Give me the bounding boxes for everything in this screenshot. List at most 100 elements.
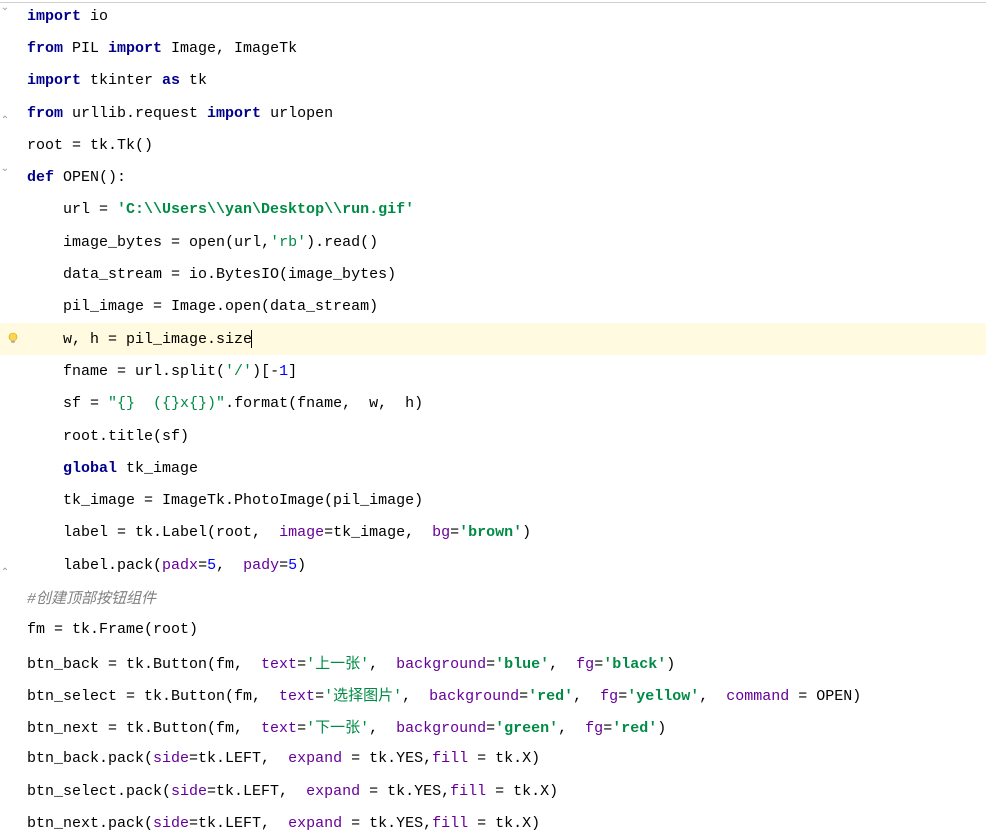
code-line[interactable]: label = tk.Label(root, image=tk_image, b…: [0, 517, 986, 549]
code-line[interactable]: from PIL import Image, ImageTk: [0, 32, 986, 64]
code-line[interactable]: pil_image = Image.open(data_stream): [0, 291, 986, 323]
code-line[interactable]: data_stream = io.BytesIO(image_bytes): [0, 258, 986, 290]
code-content[interactable]: pil_image = Image.open(data_stream): [25, 298, 986, 315]
code-content[interactable]: from urllib.request import urlopen: [25, 105, 986, 122]
code-token: = OPEN): [789, 688, 861, 705]
code-token: side: [171, 783, 207, 800]
gutter[interactable]: [0, 581, 25, 613]
code-content[interactable]: btn_back.pack(side=tk.LEFT, expand = tk.…: [25, 750, 986, 767]
code-line[interactable]: btn_select = tk.Button(fm, text='选择图片', …: [0, 678, 986, 710]
gutter[interactable]: [0, 452, 25, 484]
gutter[interactable]: [0, 517, 25, 549]
code-token: label.pack(: [63, 557, 162, 574]
code-line[interactable]: image_bytes = open(url,'rb').read(): [0, 226, 986, 258]
code-token: Image, ImageTk: [171, 40, 297, 57]
code-line[interactable]: btn_back = tk.Button(fm, text='上一张', bac…: [0, 646, 986, 678]
code-content[interactable]: from PIL import Image, ImageTk: [25, 40, 986, 57]
code-line[interactable]: tk_image = ImageTk.PhotoImage(pil_image): [0, 484, 986, 516]
code-token: import: [207, 105, 270, 122]
code-line[interactable]: w, h = pil_image.size: [0, 323, 986, 355]
gutter[interactable]: ⌃: [0, 549, 25, 581]
fold-close-icon[interactable]: ⌃: [0, 567, 10, 579]
gutter[interactable]: [0, 129, 25, 161]
code-content[interactable]: import io: [25, 8, 986, 25]
gutter[interactable]: [0, 646, 25, 678]
code-line[interactable]: import tkinter as tk: [0, 65, 986, 97]
code-line[interactable]: global tk_image: [0, 452, 986, 484]
code-content[interactable]: btn_select.pack(side=tk.LEFT, expand = t…: [25, 783, 986, 800]
gutter[interactable]: [0, 743, 25, 775]
gutter[interactable]: [0, 194, 25, 226]
gutter[interactable]: [0, 807, 25, 839]
code-content[interactable]: root = tk.Tk(): [25, 137, 986, 154]
code-line[interactable]: fm = tk.Frame(root): [0, 614, 986, 646]
code-token: btn_next = tk.Button(fm,: [27, 720, 261, 737]
code-line[interactable]: sf = "{} ({}x{})".format(fname, w, h): [0, 388, 986, 420]
code-token: ,: [402, 688, 429, 705]
code-token: =: [519, 688, 528, 705]
fold-close-icon[interactable]: ⌃: [0, 115, 10, 127]
code-token: url =: [63, 201, 117, 218]
code-content[interactable]: btn_select = tk.Button(fm, text='选择图片', …: [25, 684, 986, 705]
gutter[interactable]: ⌄: [0, 161, 25, 193]
code-content[interactable]: tk_image = ImageTk.PhotoImage(pil_image): [25, 492, 986, 509]
code-line[interactable]: btn_next.pack(side=tk.LEFT, expand = tk.…: [0, 807, 986, 839]
code-line[interactable]: ⌄ import io: [0, 0, 986, 32]
code-token: side: [153, 750, 189, 767]
gutter[interactable]: [0, 388, 25, 420]
fold-open-icon[interactable]: ⌄: [0, 163, 10, 175]
code-token: btn_select.pack(: [27, 783, 171, 800]
code-content[interactable]: fm = tk.Frame(root): [25, 621, 986, 638]
code-content[interactable]: w, h = pil_image.size: [25, 330, 986, 348]
gutter[interactable]: [0, 323, 25, 355]
gutter[interactable]: [0, 775, 25, 807]
code-content[interactable]: image_bytes = open(url,'rb').read(): [25, 234, 986, 251]
gutter[interactable]: [0, 420, 25, 452]
gutter[interactable]: [0, 291, 25, 323]
code-line[interactable]: root.title(sf): [0, 420, 986, 452]
lightbulb-icon[interactable]: [6, 332, 20, 346]
code-content[interactable]: url = 'C:\\Users\\yan\Desktop\\run.gif': [25, 201, 986, 218]
code-content[interactable]: #创建顶部按钮组件: [25, 587, 986, 608]
gutter[interactable]: [0, 65, 25, 97]
code-editor[interactable]: ⌄ import io from PIL import Image, ImageTk…: [0, 0, 986, 840]
gutter[interactable]: [0, 484, 25, 516]
gutter[interactable]: [0, 226, 25, 258]
code-content[interactable]: fname = url.split('/')[-1]: [25, 363, 986, 380]
code-content[interactable]: import tkinter as tk: [25, 72, 986, 89]
gutter[interactable]: ⌃: [0, 97, 25, 129]
gutter[interactable]: [0, 32, 25, 64]
fold-open-icon[interactable]: ⌄: [0, 2, 10, 14]
code-line[interactable]: fname = url.split('/')[-1]: [0, 355, 986, 387]
gutter[interactable]: [0, 711, 25, 743]
code-content[interactable]: btn_back = tk.Button(fm, text='上一张', bac…: [25, 652, 986, 673]
code-content[interactable]: label.pack(padx=5, pady=5): [25, 557, 986, 574]
code-line[interactable]: btn_select.pack(side=tk.LEFT, expand = t…: [0, 775, 986, 807]
code-token: 'C:\\Users\\yan\Desktop\\run.gif': [117, 201, 414, 218]
code-content[interactable]: btn_next = tk.Button(fm, text='下一张', bac…: [25, 716, 986, 737]
code-token: ,: [699, 688, 726, 705]
indent: [27, 331, 63, 348]
code-content[interactable]: data_stream = io.BytesIO(image_bytes): [25, 266, 986, 283]
code-line[interactable]: url = 'C:\\Users\\yan\Desktop\\run.gif': [0, 194, 986, 226]
code-line[interactable]: #创建顶部按钮组件: [0, 581, 986, 613]
gutter[interactable]: ⌄: [0, 0, 25, 32]
gutter[interactable]: [0, 678, 25, 710]
code-line[interactable]: root = tk.Tk(): [0, 129, 986, 161]
code-line[interactable]: ⌃ label.pack(padx=5, pady=5): [0, 549, 986, 581]
indent: [27, 363, 63, 380]
code-content[interactable]: def OPEN():: [25, 169, 986, 186]
gutter[interactable]: [0, 614, 25, 646]
code-content[interactable]: btn_next.pack(side=tk.LEFT, expand = tk.…: [25, 815, 986, 832]
code-content[interactable]: sf = "{} ({}x{})".format(fname, w, h): [25, 395, 986, 412]
code-content[interactable]: label = tk.Label(root, image=tk_image, b…: [25, 524, 986, 541]
gutter[interactable]: [0, 258, 25, 290]
code-line[interactable]: btn_next = tk.Button(fm, text='下一张', bac…: [0, 711, 986, 743]
gutter[interactable]: [0, 355, 25, 387]
code-content[interactable]: root.title(sf): [25, 428, 986, 445]
code-line[interactable]: btn_back.pack(side=tk.LEFT, expand = tk.…: [0, 743, 986, 775]
code-token: PIL: [72, 40, 108, 57]
code-line[interactable]: ⌃ from urllib.request import urlopen: [0, 97, 986, 129]
code-content[interactable]: global tk_image: [25, 460, 986, 477]
code-line[interactable]: ⌄ def OPEN():: [0, 161, 986, 193]
